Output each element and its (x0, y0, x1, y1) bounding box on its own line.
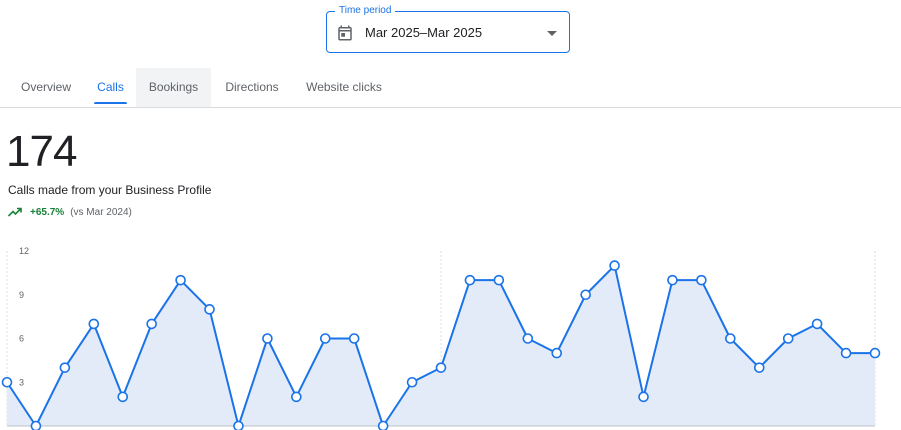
active-tab-indicator (94, 102, 127, 104)
chart-point (725, 333, 736, 344)
chart-point (146, 318, 157, 330)
chart-point (638, 391, 649, 403)
chart-point (609, 260, 620, 271)
change-comparison: (vs Mar 2024) (70, 206, 132, 218)
tab-website-clicks[interactable]: Website clicks (298, 68, 390, 107)
chart-point (291, 391, 302, 403)
chevron-down-icon (547, 31, 557, 36)
chart-point (782, 333, 794, 344)
chart-point (493, 274, 505, 286)
tab-label: Overview (20, 80, 71, 94)
chart-point (522, 333, 534, 344)
chart-point (1, 376, 13, 388)
calls-insights-page: Time period Mar 2025–Mar 2025 Overview C… (0, 0, 901, 430)
tab-label: Calls (97, 80, 124, 94)
chart-point (580, 289, 591, 301)
chart-point (464, 274, 476, 286)
tab-calls[interactable]: Calls (94, 68, 127, 107)
chart-point (262, 333, 273, 344)
chart-point (204, 304, 215, 315)
chart-point (59, 362, 71, 373)
chart-point (435, 362, 447, 373)
chart-point (377, 420, 389, 430)
chart-point (30, 420, 42, 430)
calendar-icon (338, 25, 352, 41)
time-period-label: Time period (335, 5, 396, 17)
chart-point (753, 362, 765, 373)
chart-point (117, 391, 129, 403)
tab-bookings[interactable]: Bookings (136, 68, 211, 107)
trending-up-icon (8, 207, 22, 217)
y-tick-label: 6 (19, 334, 24, 344)
chart-point (348, 333, 360, 344)
chart-point (696, 274, 707, 286)
chart-point (667, 274, 678, 286)
y-tick-label: 3 (19, 377, 24, 387)
metric-tabs: Overview Calls Bookings Directions Websi… (0, 68, 901, 108)
chart-area (7, 265, 875, 426)
chart-point (175, 274, 186, 286)
chart-point (869, 347, 881, 359)
tab-overview[interactable]: Overview (8, 68, 84, 107)
tab-directions[interactable]: Directions (218, 68, 286, 107)
chart-point (233, 420, 244, 430)
chart-point (406, 376, 418, 388)
time-period-value: Mar 2025–Mar 2025 (365, 25, 483, 40)
chart-point (319, 333, 331, 344)
metric-label: Calls made from your Business Profile (8, 183, 212, 197)
y-tick-label: 9 (19, 290, 24, 300)
chart-point (88, 318, 100, 330)
chart-point (551, 347, 563, 359)
tab-label: Directions (225, 80, 279, 94)
tab-label: Website clicks (306, 80, 382, 94)
calls-chart: 3 6 9 12 (1, 246, 881, 430)
change-percent: +65.7% (30, 206, 65, 218)
metric-change: +65.7% (vs Mar 2024) (8, 205, 132, 219)
y-tick-label: 12 (19, 246, 29, 256)
time-period-select[interactable]: Time period Mar 2025–Mar 2025 (326, 5, 570, 53)
chart-point (811, 318, 823, 330)
tab-label: Bookings (148, 80, 199, 94)
chart-point (840, 347, 852, 359)
metric-total: 174 (6, 127, 77, 176)
